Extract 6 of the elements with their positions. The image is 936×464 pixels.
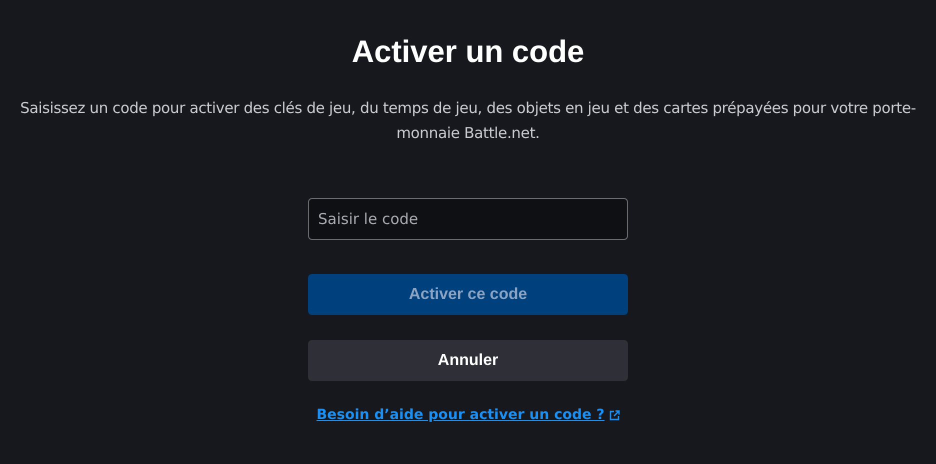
external-link-icon: [608, 410, 620, 420]
description-text: Saisissez un code pour activer des clés de jeu, du temps de jeu, des objets en jeu et des cartes prépayées pour votre porte-monnaie Battle.net.: [19, 98, 917, 144]
code-field[interactable]: Saisir le code: [308, 198, 628, 240]
cancel-button[interactable]: Annuler: [308, 340, 628, 381]
page-title: Activer un code: [352, 33, 584, 71]
help-link[interactable]: Besoin d’aide pour activer un code ?: [316, 407, 604, 423]
